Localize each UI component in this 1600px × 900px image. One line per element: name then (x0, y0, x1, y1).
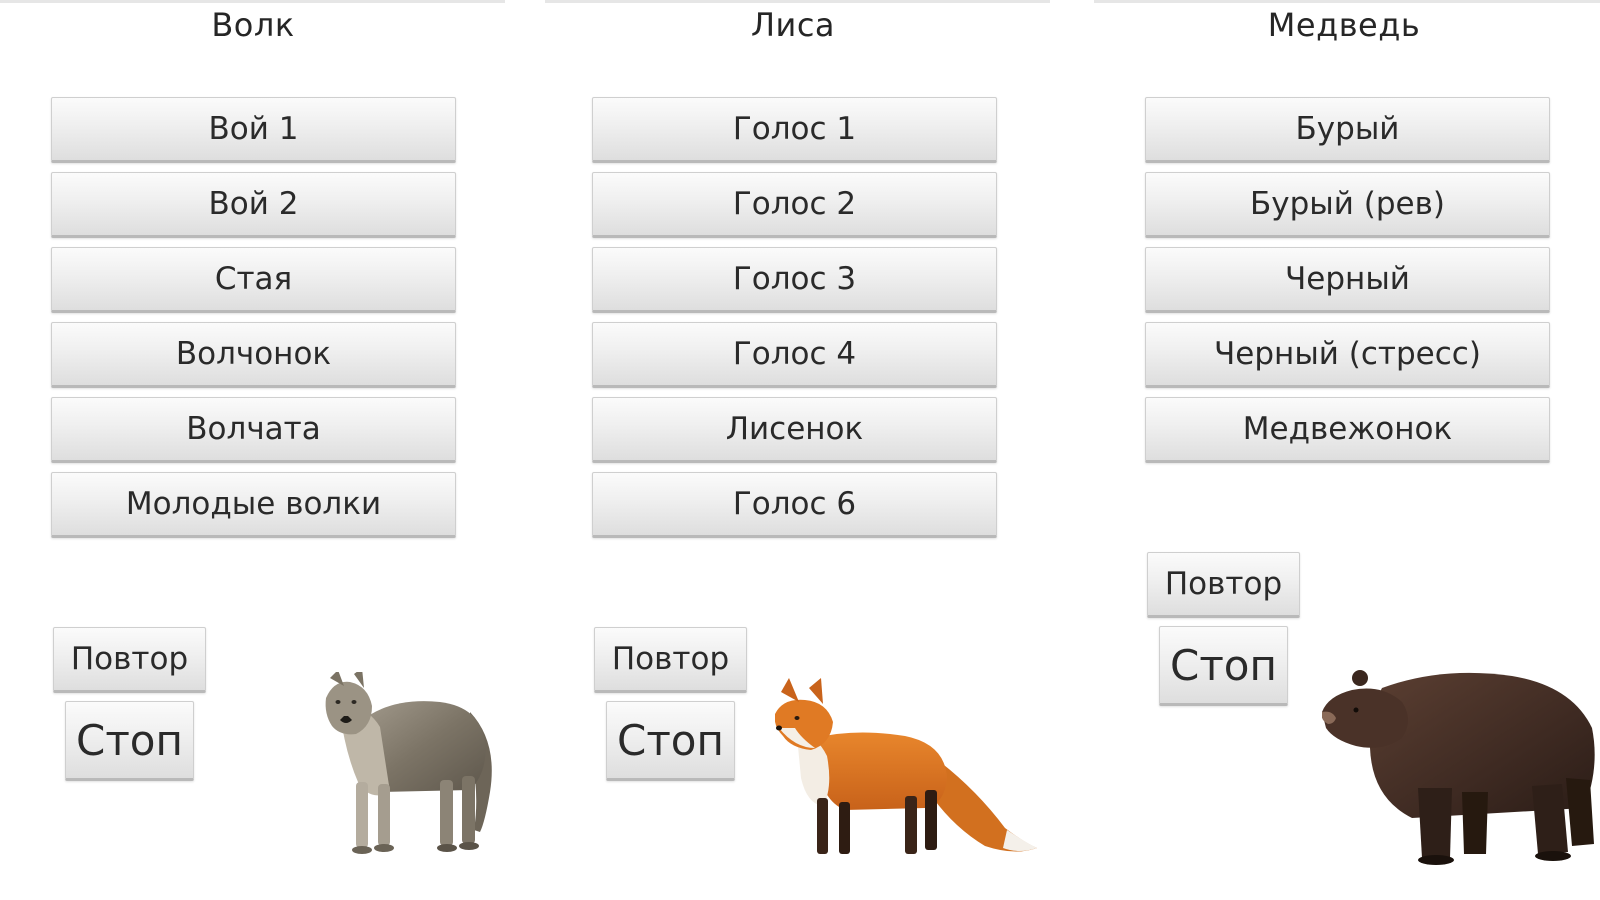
fox-sound-button-4[interactable]: Голос 4 (592, 322, 997, 388)
bear-stop-button[interactable]: Стоп (1159, 626, 1288, 706)
bear-sound-button-4[interactable]: Черный (стресс) (1145, 322, 1550, 388)
fox-tail (933, 758, 1037, 852)
fox-repeat-button[interactable]: Повтор (594, 627, 747, 693)
fox-title: Лиса (750, 6, 836, 44)
fox-sound-button-5[interactable]: Лисенок (592, 397, 997, 463)
bear-sound-button-5[interactable]: Медвежонок (1145, 397, 1550, 463)
wolf-sound-button-4[interactable]: Волчонок (51, 322, 456, 388)
wolf-sound-button-2[interactable]: Вой 2 (51, 172, 456, 238)
wolf-stop-button[interactable]: Стоп (65, 701, 194, 781)
fox-stop-button[interactable]: Стоп (606, 701, 735, 781)
wolf-head (325, 681, 372, 735)
wolf-leg (356, 782, 368, 848)
fox-leg (817, 798, 828, 854)
fox-sound-button-1[interactable]: Голос 1 (592, 97, 997, 163)
bear-sound-button-3[interactable]: Черный (1145, 247, 1550, 313)
fox-sound-button-2[interactable]: Голос 2 (592, 172, 997, 238)
bear-leg (1418, 788, 1452, 858)
fox-sound-button-6[interactable]: Голос 6 (592, 472, 997, 538)
fox-image (775, 678, 1037, 854)
wolf-image (325, 672, 492, 854)
wolf-title: Волк (211, 6, 295, 44)
top-divider-fox (545, 0, 1050, 3)
bear-image (1322, 670, 1595, 865)
bear-repeat-button[interactable]: Повтор (1147, 552, 1300, 618)
wolf-sound-button-6[interactable]: Молодые волки (51, 472, 456, 538)
bear-sound-button-1[interactable]: Бурый (1145, 97, 1550, 163)
wolf-sound-button-5[interactable]: Волчата (51, 397, 456, 463)
wolf-sound-button-3[interactable]: Стая (51, 247, 456, 313)
bear-title: Медведь (1267, 6, 1421, 44)
top-divider-wolf (0, 0, 505, 3)
fox-sound-button-3[interactable]: Голос 3 (592, 247, 997, 313)
bear-sound-button-2[interactable]: Бурый (рев) (1145, 172, 1550, 238)
wolf-repeat-button[interactable]: Повтор (53, 627, 206, 693)
top-divider-bear (1094, 0, 1600, 3)
wolf-sound-button-1[interactable]: Вой 1 (51, 97, 456, 163)
